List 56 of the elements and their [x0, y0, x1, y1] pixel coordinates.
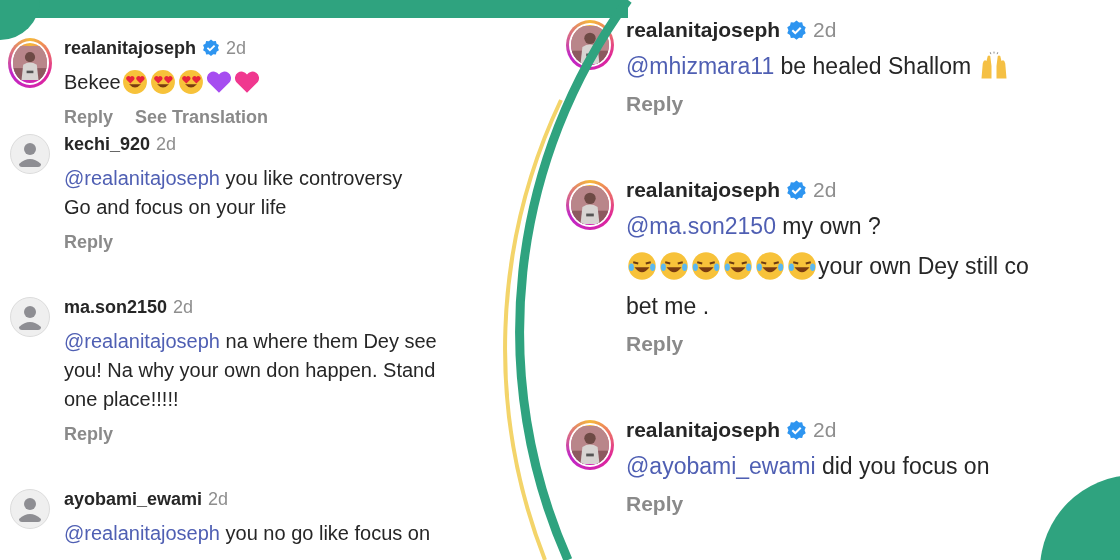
reply-link[interactable]: Reply	[64, 107, 114, 128]
raised-hands-icon	[978, 51, 1009, 81]
heart-eyes-emoji-icon	[149, 69, 176, 95]
verified-icon	[786, 179, 808, 201]
default-avatar-icon[interactable]	[10, 489, 50, 529]
comment-text: Bekee	[64, 68, 269, 97]
username[interactable]: ayobami_ewami	[64, 488, 203, 510]
comment-text: @realanitajoseph you no go like focus on	[64, 521, 431, 546]
username[interactable]: realanitajoseph	[626, 18, 781, 42]
reply-link[interactable]: Reply	[64, 424, 114, 445]
comment-text: @realanitajoseph na where them Dey see you! Na why your own don happen. Stand one place!!!!!	[64, 329, 437, 412]
mention-link[interactable]: @realanitajoseph	[64, 167, 220, 189]
laughing-emoji-icon	[787, 251, 817, 281]
avatar-story-ring[interactable]	[566, 420, 614, 470]
heart-icon	[205, 69, 232, 95]
laughing-emoji-icon	[723, 251, 753, 281]
timestamp: 2d	[813, 418, 837, 442]
comment-text: @mhizmara11 be healed Shallom	[626, 46, 1010, 86]
timestamp: 2d	[226, 37, 247, 59]
username[interactable]: realanitajoseph	[626, 418, 781, 442]
comment-text: @ma.son2150 my own ? your own Dey still co bet me .	[626, 212, 1029, 321]
see-translation-link[interactable]: See Translation	[135, 107, 269, 128]
reply-link[interactable]: Reply	[64, 232, 114, 253]
mention-link[interactable]: @ma.son2150	[626, 213, 776, 239]
username[interactable]: realanitajoseph	[64, 37, 197, 59]
username[interactable]: kechi_920	[64, 133, 151, 155]
verified-icon	[786, 419, 808, 441]
comment-text: @ayobami_ewami did you focus on	[626, 452, 990, 481]
heart-eyes-emoji-icon	[121, 69, 148, 95]
avatar-story-ring[interactable]	[566, 180, 614, 230]
timestamp: 2d	[813, 178, 837, 202]
comment-text: @realanitajoseph you like controversy Go and focus on your life	[64, 166, 403, 220]
timestamp: 2d	[208, 488, 229, 510]
verified-icon	[202, 39, 221, 57]
heart-eyes-emoji-icon	[177, 69, 204, 95]
laughing-emoji-icon	[659, 251, 689, 281]
username[interactable]: realanitajoseph	[626, 178, 781, 202]
timestamp: 2d	[173, 296, 194, 318]
timestamp: 2d	[156, 133, 177, 155]
mention-link[interactable]: @mhizmara11	[626, 53, 775, 79]
laughing-emoji-icon	[755, 251, 785, 281]
laughing-emoji-icon	[627, 251, 657, 281]
default-avatar-icon[interactable]	[10, 297, 50, 337]
username[interactable]: ma.son2150	[64, 296, 168, 318]
reply-link[interactable]: Reply	[626, 92, 684, 116]
default-avatar-icon[interactable]	[10, 134, 50, 174]
heart-icon	[233, 69, 260, 95]
mention-link[interactable]: @realanitajoseph	[64, 522, 220, 544]
mention-link[interactable]: @realanitajoseph	[64, 330, 220, 352]
avatar-story-ring[interactable]	[8, 38, 52, 88]
reply-link[interactable]: Reply	[626, 492, 684, 516]
timestamp: 2d	[813, 18, 837, 42]
reply-link[interactable]: Reply	[626, 332, 684, 356]
verified-icon	[786, 19, 808, 41]
laughing-emoji-icon	[691, 251, 721, 281]
mention-link[interactable]: @ayobami_ewami	[626, 453, 816, 479]
